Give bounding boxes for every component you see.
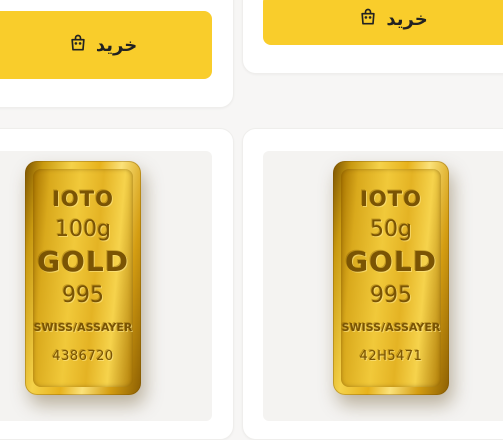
buy-button[interactable]: خرید — [263, 0, 503, 45]
bar-assayer: SWISS/ASSAYER — [33, 321, 133, 334]
bar-purity: 995 — [62, 283, 104, 308]
bar-brand: IOTO — [52, 187, 114, 211]
shopping-bag-icon — [358, 7, 378, 32]
product-card-top-right: خرید — [242, 0, 503, 74]
product-image-50g: IOTO 50g GOLD 995 SWISS/ASSAYER 42H5471 — [263, 151, 503, 421]
buy-button-label: خرید — [95, 34, 138, 56]
buy-button-label: خرید — [386, 9, 428, 30]
bar-metal: GOLD — [37, 245, 129, 278]
bar-metal: GOLD — [345, 245, 437, 278]
bar-weight: 50g — [370, 217, 412, 242]
gold-bar-50g: IOTO 50g GOLD 995 SWISS/ASSAYER 42H5471 — [333, 161, 449, 395]
shopping-bag-icon — [68, 33, 88, 58]
buy-button[interactable]: خرید — [0, 11, 212, 79]
bar-serial: 42H5471 — [359, 349, 423, 364]
bar-serial: 4386720 — [52, 349, 114, 364]
bar-weight: 100g — [55, 217, 111, 242]
bar-assayer: SWISS/ASSAYER — [341, 321, 441, 334]
product-card-100g[interactable]: IOTO 100g GOLD 995 SWISS/ASSAYER 4386720 — [0, 128, 234, 440]
product-card-top-left: خرید — [0, 0, 234, 108]
gold-bar-100g: IOTO 100g GOLD 995 SWISS/ASSAYER 4386720 — [25, 161, 141, 395]
bar-brand: IOTO — [360, 187, 422, 211]
bar-purity: 995 — [370, 283, 412, 308]
product-image-100g: IOTO 100g GOLD 995 SWISS/ASSAYER 4386720 — [0, 151, 212, 421]
product-card-50g[interactable]: IOTO 50g GOLD 995 SWISS/ASSAYER 42H5471 — [242, 128, 503, 440]
